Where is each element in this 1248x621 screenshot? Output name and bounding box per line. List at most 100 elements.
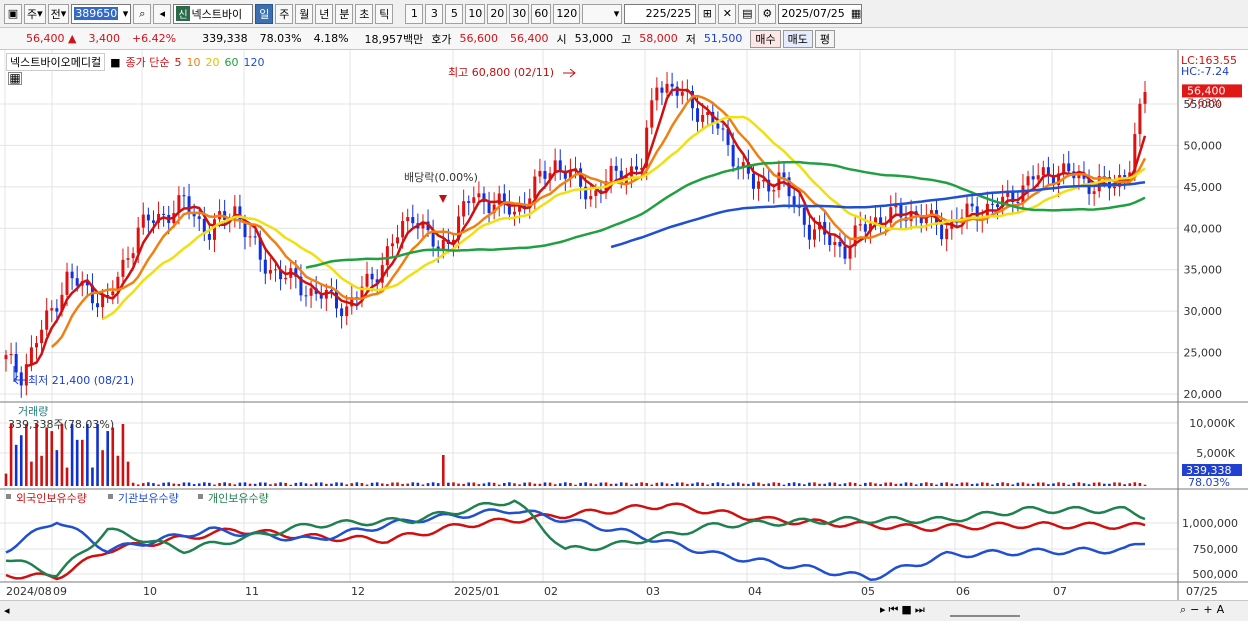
interval-30-button[interactable]: 30 [509, 3, 530, 24]
prev-stock-icon[interactable]: ◂ [153, 3, 172, 24]
candle-body [385, 246, 389, 266]
average-button[interactable]: 평 [814, 29, 836, 48]
volume-bar [325, 483, 328, 486]
candle-body [879, 217, 883, 224]
period-minute-button[interactable]: 분 [335, 3, 354, 24]
volume-bar [940, 482, 943, 486]
chevron-down-icon[interactable]: ▾ [122, 7, 131, 20]
type-select[interactable]: 전 ▾ [47, 3, 70, 24]
candle-body [701, 115, 705, 122]
buy-button[interactable]: 매수 [750, 29, 781, 48]
volume-bar [441, 455, 445, 486]
volume-bar [808, 482, 811, 486]
volume-bar [1138, 482, 1142, 486]
interval-20-button[interactable]: 20 [487, 3, 508, 24]
interval-5-button[interactable]: 5 [445, 3, 464, 24]
zoom-slider[interactable] [950, 603, 1020, 617]
gear-icon[interactable]: ⚙ [758, 3, 777, 24]
volume-bar [523, 482, 526, 486]
volume-bar [752, 482, 755, 486]
volume-bar [264, 482, 267, 486]
price-value: 56,400 [26, 32, 65, 45]
open-price: 53,000 [574, 32, 614, 45]
volume-bar [919, 483, 923, 486]
volume-bar [416, 482, 420, 486]
candle-body [1143, 92, 1147, 104]
volume-bar [635, 483, 638, 486]
volume-bar [375, 482, 379, 486]
volume-bar [472, 482, 476, 486]
volume-bar [269, 484, 272, 486]
volume-bar [975, 483, 979, 486]
volume-bar [136, 484, 140, 486]
ask-price: 56,600 [459, 32, 499, 45]
interval-60-button[interactable]: 60 [531, 3, 552, 24]
volume-bar [304, 483, 308, 486]
crosshair-icon[interactable]: ✕ [718, 3, 737, 24]
save-icon[interactable]: ▤ [738, 3, 757, 24]
volume-value: 339,338 [202, 32, 248, 45]
interval-3-button[interactable]: 3 [425, 3, 444, 24]
volume-bar [945, 482, 948, 486]
stock-code-input[interactable]: 389650 ▾ [71, 3, 132, 24]
hoga-label: 호가 [431, 32, 452, 46]
interval-120-button[interactable]: 120 [553, 3, 581, 24]
interval-1-button[interactable]: 1 [405, 3, 424, 24]
volume-bar [706, 484, 710, 486]
volume-bar [380, 483, 384, 486]
volume-bar [589, 483, 593, 486]
table-icon[interactable]: ▦ [8, 72, 22, 85]
scroll-left-icon[interactable]: ◂ [4, 604, 10, 617]
volume-bar [487, 482, 491, 486]
volume-bar [284, 482, 287, 486]
stock-code-value: 389650 [74, 7, 119, 20]
period-second-button[interactable]: 초 [355, 3, 374, 24]
candle-body [96, 303, 100, 308]
search-icon[interactable]: ⌕ [133, 3, 152, 24]
zoom-tools[interactable]: ⌕−+A [1180, 603, 1228, 617]
stock-name-box[interactable]: 신 넥스트바이 [173, 3, 254, 24]
interval-10-button[interactable]: 10 [465, 3, 486, 24]
period-week-select[interactable]: 주 ▾ [24, 3, 46, 24]
volume-bar [1016, 482, 1020, 486]
candle-body [558, 160, 562, 171]
volume-bar [314, 482, 318, 486]
window-icon[interactable]: ▣ [4, 3, 22, 24]
volume-bar [492, 482, 496, 486]
interval-custom-select[interactable]: ▾ [582, 3, 623, 24]
period-week-label: 주 [27, 7, 38, 21]
playback-controls[interactable]: ▸⏮■⏭ [880, 603, 928, 617]
candle-body [207, 233, 211, 240]
date-input[interactable]: 2025/07/25 ▦ [778, 3, 863, 24]
volume-bar [757, 482, 760, 486]
period-month-button[interactable]: 월 [295, 3, 314, 24]
volume-bar [716, 482, 720, 486]
ma5-label: 5 [174, 55, 182, 69]
candle-body [467, 201, 471, 203]
volume-bar [457, 483, 460, 486]
sell-button[interactable]: 매도 [782, 29, 813, 48]
calendar-icon[interactable]: ▦ [851, 7, 861, 20]
candle-body [940, 224, 944, 240]
volume-bar [238, 482, 242, 486]
candle-body [35, 343, 39, 348]
period-year-button[interactable]: 년 [315, 3, 334, 24]
volume-bar [111, 427, 115, 486]
period-week-button[interactable]: 주 [275, 3, 294, 24]
period-day-button[interactable]: 일 [255, 3, 274, 24]
volume-bar [518, 484, 521, 486]
data-count-input[interactable]: 225/225 [624, 3, 697, 24]
volume-bar [680, 482, 684, 486]
candle-body [670, 83, 674, 87]
chart-area[interactable]: 55,00050,00045,00040,00035,00030,00025,0… [0, 50, 1248, 600]
volume-bar [50, 431, 54, 486]
candle-body [660, 87, 664, 93]
candle-body [843, 246, 847, 259]
volume-bar [401, 483, 404, 486]
candle-body [996, 204, 1000, 207]
period-tick-button[interactable]: 틱 [375, 3, 394, 24]
candle-body [238, 206, 242, 221]
volume-bar [253, 483, 257, 486]
candle-body [111, 291, 115, 296]
grid-icon[interactable]: ⊞ [698, 3, 717, 24]
